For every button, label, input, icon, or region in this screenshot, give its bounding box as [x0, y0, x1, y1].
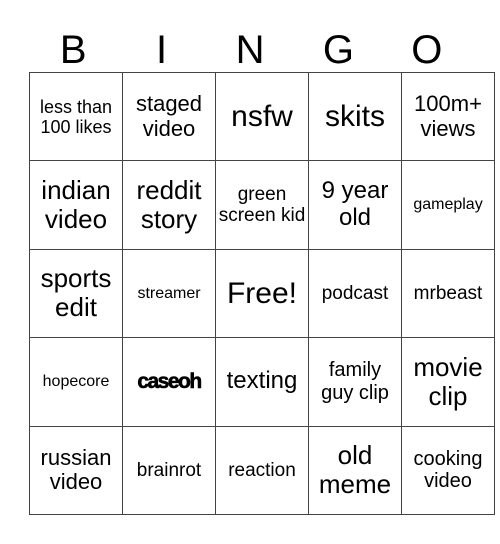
card-row: hopecore caseoh texting family guy clip …	[29, 337, 495, 427]
bingo-cell[interactable]: movie clip	[401, 337, 495, 427]
free-space[interactable]: Free!	[215, 248, 309, 339]
bingo-cell[interactable]: green screen kid	[215, 160, 309, 250]
bingo-cell[interactable]: reaction	[215, 425, 309, 516]
bingo-cell[interactable]: brainrot	[122, 425, 216, 516]
bingo-header: B I N G O	[29, 28, 471, 72]
bingo-cell[interactable]: podcast	[308, 248, 402, 339]
header-letter-b: B	[59, 28, 87, 72]
bingo-cell[interactable]: 100m+ views	[401, 71, 495, 162]
bingo-cell[interactable]: reddit story	[122, 160, 216, 250]
bingo-cell[interactable]: hopecore	[29, 337, 123, 427]
bingo-cell[interactable]: nsfw	[215, 71, 309, 162]
card-row: sports edit streamer Free! podcast mrbea…	[29, 248, 495, 339]
bingo-cell[interactable]: texting	[215, 337, 309, 427]
bingo-cell[interactable]: russian video	[29, 425, 123, 516]
bingo-cell[interactable]: indian video	[29, 160, 123, 250]
bingo-card: less than 100 likes staged video nsfw sk…	[29, 71, 495, 516]
card-row: indian video reddit story green screen k…	[29, 160, 495, 250]
bingo-cell[interactable]: less than 100 likes	[29, 71, 123, 162]
card-row: russian video brainrot reaction old meme…	[29, 425, 495, 516]
bingo-cell[interactable]: 9 year old	[308, 160, 402, 250]
bingo-cell[interactable]: mrbeast	[401, 248, 495, 339]
bingo-cell[interactable]: gameplay	[401, 160, 495, 250]
bingo-cell[interactable]: skits	[308, 71, 402, 162]
header-letter-g: G	[322, 28, 354, 72]
bingo-cell[interactable]: sports edit	[29, 248, 123, 339]
bingo-cell[interactable]: streamer	[122, 248, 216, 339]
bingo-cell[interactable]: old meme	[308, 425, 402, 516]
header-letter-n: N	[235, 28, 265, 72]
bingo-cell[interactable]: caseoh	[122, 337, 216, 427]
header-letter-o: O	[411, 28, 443, 72]
card-row: less than 100 likes staged video nsfw sk…	[29, 71, 495, 162]
bingo-cell[interactable]: family guy clip	[308, 337, 402, 427]
bingo-cell[interactable]: staged video	[122, 71, 216, 162]
header-letter-i: I	[156, 28, 168, 72]
bingo-cell[interactable]: cooking video	[401, 425, 495, 516]
